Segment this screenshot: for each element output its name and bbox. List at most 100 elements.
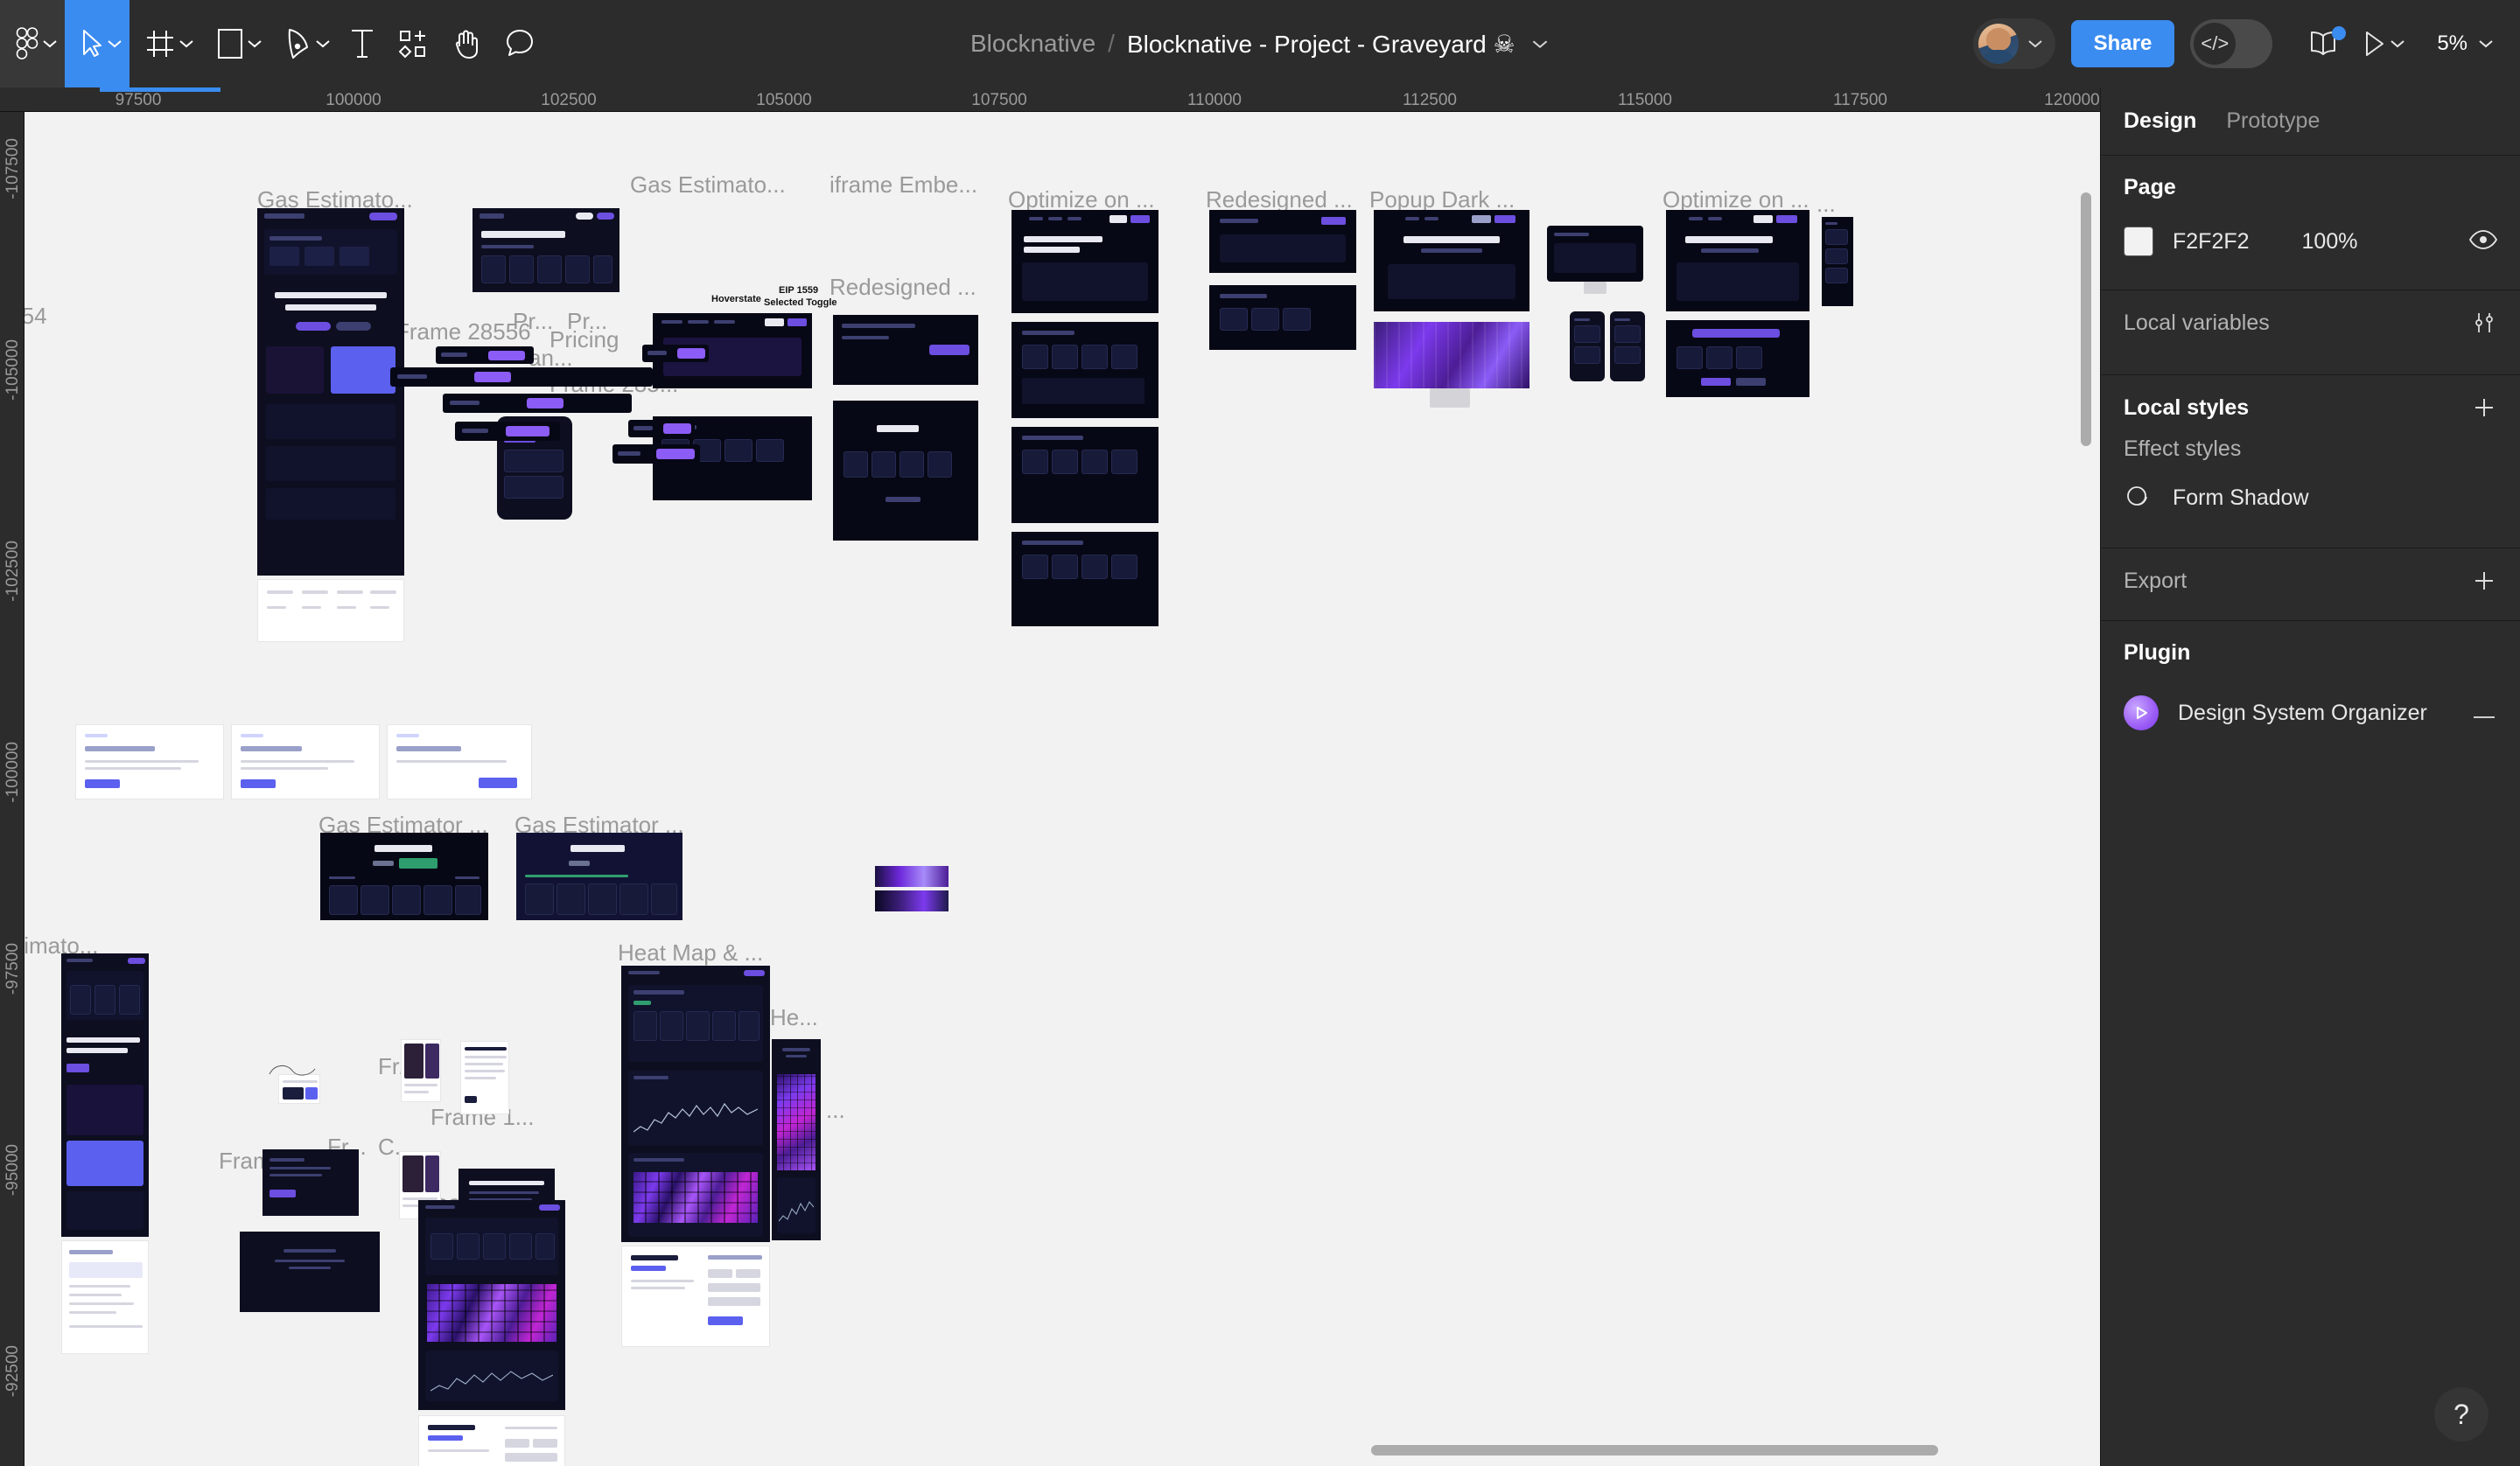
vertical-scrollbar[interactable] xyxy=(2081,192,2091,446)
canvas-node[interactable] xyxy=(418,1415,565,1466)
canvas-node[interactable] xyxy=(443,394,632,413)
canvas-node[interactable] xyxy=(231,724,380,799)
frame-label[interactable]: Heat Map & ... xyxy=(618,939,763,967)
chevron-down-icon[interactable] xyxy=(247,38,262,49)
text-tool-button[interactable] xyxy=(338,0,387,87)
canvas-node[interactable] xyxy=(257,208,404,576)
canvas-node[interactable] xyxy=(833,401,978,541)
actions-tool-button[interactable] xyxy=(387,0,441,87)
canvas-node[interactable] xyxy=(460,1041,509,1114)
variables-sliders-icon[interactable] xyxy=(2471,310,2497,336)
horizontal-ruler[interactable]: 97500 100000 102500 105000 107500 110000… xyxy=(0,87,2104,112)
hand-tool-button[interactable] xyxy=(441,0,494,87)
canvas-node[interactable] xyxy=(61,953,149,1237)
help-button[interactable]: ? xyxy=(2434,1387,2488,1442)
canvas-node[interactable] xyxy=(516,833,682,920)
canvas-node[interactable] xyxy=(320,833,488,920)
breadcrumb-team[interactable]: Blocknative xyxy=(970,30,1096,58)
comment-tool-button[interactable] xyxy=(494,0,546,87)
move-tool-button[interactable] xyxy=(65,0,130,87)
canvas-node[interactable] xyxy=(1570,311,1605,381)
plus-icon[interactable] xyxy=(2471,568,2497,594)
canvas-node[interactable] xyxy=(1012,322,1158,418)
canvas-node[interactable] xyxy=(628,420,695,437)
figma-menu-button[interactable] xyxy=(0,0,65,87)
frame-label[interactable]: ... xyxy=(826,1097,845,1124)
chevron-down-icon[interactable] xyxy=(2478,38,2494,49)
canvas-node[interactable] xyxy=(1209,210,1356,273)
breadcrumb-file-name[interactable]: Blocknative - Project - Graveyard ☠ xyxy=(1127,30,1516,59)
canvas-node[interactable] xyxy=(472,208,620,292)
canvas-node[interactable] xyxy=(61,1240,149,1354)
chevron-down-icon[interactable] xyxy=(1531,38,1549,50)
frame-tool-button[interactable] xyxy=(130,0,201,87)
tab-prototype[interactable]: Prototype xyxy=(2226,108,2320,134)
canvas-node[interactable] xyxy=(772,1039,821,1240)
canvas-node[interactable] xyxy=(390,367,653,387)
canvas-node[interactable] xyxy=(262,1149,359,1216)
design-canvas[interactable]: Gas Estimato... Gas Estimato... Hoversta… xyxy=(24,112,2104,1466)
minus-icon[interactable] xyxy=(2471,700,2497,726)
canvas-node[interactable] xyxy=(1822,217,1853,306)
canvas-node[interactable] xyxy=(401,1039,441,1102)
user-avatar-menu[interactable] xyxy=(1972,18,2055,69)
share-button[interactable]: Share xyxy=(2070,20,2175,67)
canvas-node[interactable] xyxy=(621,966,770,1242)
canvas-node[interactable] xyxy=(1610,311,1645,381)
frame-label[interactable]: Frame 28556 xyxy=(396,318,531,346)
chevron-down-icon[interactable] xyxy=(42,38,58,49)
plugin-item-design-system-organizer[interactable]: Design System Organizer xyxy=(2124,685,2497,741)
canvas-node[interactable] xyxy=(833,315,978,385)
frame-label[interactable]: iframe Embe... xyxy=(830,171,977,199)
page-fill-row[interactable]: F2F2F2 100% xyxy=(2124,216,2498,267)
style-item-form-shadow[interactable]: Form Shadow xyxy=(2124,471,2497,525)
tab-design[interactable]: Design xyxy=(2124,108,2196,134)
chevron-down-icon[interactable] xyxy=(107,38,122,49)
canvas-node[interactable] xyxy=(1012,532,1158,626)
canvas-node[interactable] xyxy=(75,724,224,799)
canvas-node[interactable] xyxy=(436,346,534,364)
library-book-icon[interactable] xyxy=(2295,26,2351,58)
canvas-node[interactable] xyxy=(1547,226,1643,282)
frame-label[interactable]: Selected Toggle xyxy=(764,297,837,308)
canvas-node[interactable] xyxy=(418,1200,565,1410)
canvas-node[interactable] xyxy=(1209,285,1356,350)
frame-label[interactable]: Hoverstate xyxy=(711,294,761,304)
canvas-node[interactable] xyxy=(240,1232,380,1312)
canvas-node[interactable] xyxy=(1666,320,1810,397)
chevron-down-icon[interactable] xyxy=(315,38,331,49)
canvas-node[interactable] xyxy=(875,890,948,911)
canvas-node[interactable] xyxy=(387,724,532,799)
canvas-node[interactable] xyxy=(1012,210,1158,313)
page-fill-hex[interactable]: F2F2F2 xyxy=(2173,229,2250,255)
canvas-node[interactable] xyxy=(621,1246,770,1347)
canvas-node[interactable] xyxy=(1666,210,1810,311)
zoom-level-menu[interactable]: 5% xyxy=(2418,31,2499,56)
page-fill-opacity[interactable]: 100% xyxy=(2302,229,2433,255)
frame-label[interactable]: Pr... xyxy=(513,308,553,335)
canvas-node[interactable] xyxy=(1374,322,1530,388)
plus-icon[interactable] xyxy=(2471,394,2497,421)
chevron-down-icon[interactable] xyxy=(2027,38,2043,49)
canvas-node[interactable] xyxy=(266,1062,318,1079)
canvas-node[interactable] xyxy=(642,345,709,362)
frame-label[interactable]: Redesigned ... xyxy=(830,274,976,301)
eye-visibility-icon[interactable] xyxy=(2468,229,2498,254)
canvas-node[interactable] xyxy=(612,444,700,464)
canvas-node[interactable] xyxy=(1374,210,1530,311)
vertical-ruler[interactable]: -107500 -105000 -102500 -100000 -97500 -… xyxy=(0,112,24,1466)
frame-label[interactable]: EIP 1559 xyxy=(779,285,818,296)
canvas-node[interactable] xyxy=(257,579,404,642)
frame-label[interactable]: He... xyxy=(770,1004,818,1031)
shape-tool-button[interactable] xyxy=(201,0,270,87)
frame-label[interactable]: -54 xyxy=(24,303,47,330)
canvas-node[interactable] xyxy=(1012,427,1158,523)
chevron-down-icon[interactable] xyxy=(2390,38,2405,49)
chevron-down-icon[interactable] xyxy=(178,38,194,49)
page-fill-swatch[interactable] xyxy=(2124,227,2153,256)
canvas-node[interactable] xyxy=(455,422,560,441)
frame-label[interactable]: Gas Estimato... xyxy=(630,171,786,199)
canvas-node[interactable] xyxy=(875,866,948,887)
frame-label[interactable]: ... xyxy=(1816,191,1836,218)
horizontal-scrollbar[interactable] xyxy=(1371,1445,1938,1456)
